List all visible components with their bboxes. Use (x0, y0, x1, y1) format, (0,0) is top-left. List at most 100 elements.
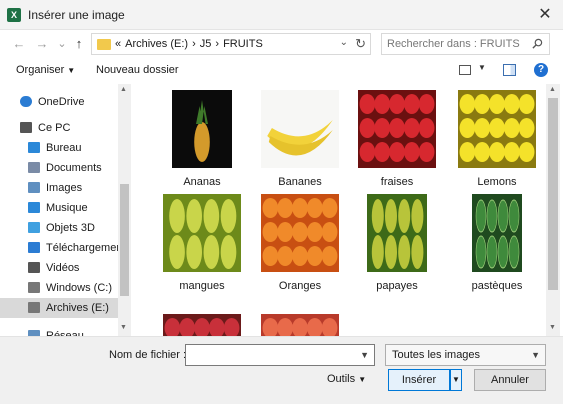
file-name: Bananes (278, 176, 322, 188)
tools-label: Outils (327, 373, 356, 385)
caret-down-icon: ▼ (358, 375, 367, 384)
download-icon (28, 242, 40, 253)
tools-button[interactable]: Outils ▼ (327, 373, 366, 385)
preview-pane-icon[interactable] (503, 64, 516, 76)
image-thumbnail (447, 90, 546, 168)
breadcrumb-separator-icon: › (192, 38, 196, 50)
sidebar-item-label: Archives (E:) (46, 302, 109, 314)
cloud-icon (20, 96, 32, 107)
navigation-bar: ← → ⌄ ↑ «Archives (E:) › J5 › FRUITS ⌄ ↻ (0, 30, 563, 58)
sidebar-item-documents[interactable]: Documents (0, 158, 118, 178)
file-grid-scrollbar[interactable]: ▲ ▼ (546, 84, 560, 336)
breadcrumb[interactable]: «Archives (E:) › J5 › FRUITS (115, 38, 267, 50)
cube-icon (28, 222, 40, 233)
cancel-button[interactable]: Annuler (474, 369, 546, 391)
refresh-icon[interactable]: ↻ (355, 36, 366, 52)
image-thumbnail (347, 194, 447, 272)
close-button[interactable]: ✕ (533, 3, 557, 27)
chevron-down-icon[interactable]: ▼ (531, 350, 540, 360)
desktop-icon (28, 142, 40, 153)
sidebar-item-musique[interactable]: Musique (0, 198, 118, 218)
file-name: mangues (179, 280, 225, 292)
drive-icon (28, 282, 40, 293)
image-thumbnail (250, 194, 350, 272)
insert-options-dropdown[interactable]: ▼ (450, 369, 462, 391)
file-name: Lemons (477, 176, 517, 188)
file-name: fraises (380, 176, 414, 188)
scroll-up-icon[interactable]: ▲ (549, 86, 556, 93)
back-button[interactable]: ← (10, 34, 28, 54)
dialog-footer: Nom de fichier : ▼ Toutes les images ▼ O… (0, 336, 563, 404)
file-name: Ananas (183, 176, 221, 188)
sidebar-item-vid-os[interactable]: Vidéos (0, 258, 118, 278)
sidebar-item-label: Vidéos (46, 262, 80, 274)
pictures-icon (28, 182, 40, 193)
filename-combobox[interactable]: ▼ (185, 344, 375, 366)
image-thumbnail (152, 314, 252, 336)
scroll-up-icon[interactable]: ▲ (120, 86, 127, 93)
chevron-down-icon[interactable]: ⌄ (340, 37, 348, 48)
title-bar: X Insérer une image ✕ (0, 0, 563, 30)
scroll-down-icon[interactable]: ▼ (120, 324, 127, 331)
sidebar-item-label: Téléchargement (46, 242, 126, 254)
file-type-select[interactable]: Toutes les images ▼ (385, 344, 546, 366)
navigation-pane: OneDrive Ce PC Bureau Documents Images Musiqu… (0, 84, 132, 336)
breadcrumb-item[interactable]: J5 (200, 38, 212, 50)
organize-button[interactable]: Organiser ▼ (16, 64, 75, 76)
search-icon[interactable] (532, 38, 543, 49)
window-title: Insérer une image (28, 8, 125, 22)
file-type-value: Toutes les images (392, 349, 481, 361)
view-options-icon[interactable] (459, 65, 471, 75)
image-thumbnail (447, 194, 546, 272)
chevron-down-icon[interactable]: ▼ (360, 350, 369, 360)
sidebar-item-ce-pc[interactable]: Ce PC (0, 118, 118, 138)
sidebar-item-label: Documents (46, 162, 102, 174)
documents-icon (28, 162, 40, 173)
command-bar: Organiser ▼ Nouveau dossier ▼ ? (0, 58, 563, 84)
folder-icon (97, 39, 111, 50)
up-button[interactable]: ↑ (70, 34, 88, 54)
scrollbar-thumb[interactable] (120, 184, 129, 296)
insert-button[interactable]: Insérer (388, 369, 450, 391)
caret-down-icon[interactable]: ▼ (478, 63, 486, 72)
organize-label: Organiser (16, 64, 65, 76)
sidebar-item-images[interactable]: Images (0, 178, 118, 198)
search-input[interactable] (387, 38, 527, 50)
sidebar-item-onedrive[interactable]: OneDrive (0, 92, 118, 112)
sidebar-item-label: Bureau (46, 142, 82, 154)
sidebar-item-bureau[interactable]: Bureau (0, 138, 118, 158)
sidebar-item-r-seau[interactable]: Réseau (0, 326, 118, 336)
music-icon (28, 202, 40, 213)
image-thumbnail (347, 90, 447, 168)
breadcrumb-separator-icon: « (115, 38, 122, 50)
sidebar-item-label: Windows (C:) (46, 282, 113, 294)
sidebar-item-label: Ce PC (38, 122, 71, 134)
navigation-pane-scrollbar[interactable]: ▲ ▼ (118, 84, 131, 336)
excel-app-icon: X (7, 8, 21, 22)
image-thumbnail (152, 90, 252, 168)
caret-down-icon: ▼ (67, 66, 76, 75)
sidebar-item-t-l-chargement[interactable]: Téléchargement (0, 238, 126, 258)
recent-locations-button[interactable]: ⌄ (53, 34, 71, 54)
computer-icon (20, 122, 32, 133)
sidebar-item-label: OneDrive (38, 96, 85, 108)
help-icon[interactable]: ? (534, 63, 548, 77)
sidebar-item-archives-e[interactable]: Archives (E:) (0, 298, 118, 318)
address-bar[interactable]: «Archives (E:) › J5 › FRUITS ⌄ ↻ (91, 33, 371, 55)
file-name: pastèques (471, 280, 523, 292)
sidebar-item-objets-3d[interactable]: Objets 3D (0, 218, 118, 238)
breadcrumb-item[interactable]: FRUITS (223, 38, 263, 50)
new-folder-button[interactable]: Nouveau dossier (96, 64, 179, 76)
scroll-down-icon[interactable]: ▼ (549, 324, 556, 331)
scrollbar-thumb[interactable] (548, 98, 558, 290)
sidebar-item-label: Musique (46, 202, 88, 214)
forward-button[interactable]: → (33, 34, 51, 54)
file-name: Oranges (278, 280, 322, 292)
video-icon (28, 262, 40, 273)
image-thumbnail (250, 314, 350, 336)
breadcrumb-item[interactable]: Archives (E:) (125, 38, 188, 50)
filename-input[interactable] (190, 348, 350, 360)
sidebar-item-windows-c[interactable]: Windows (C:) (0, 278, 118, 298)
search-box[interactable] (381, 33, 550, 55)
image-thumbnail (250, 90, 350, 168)
